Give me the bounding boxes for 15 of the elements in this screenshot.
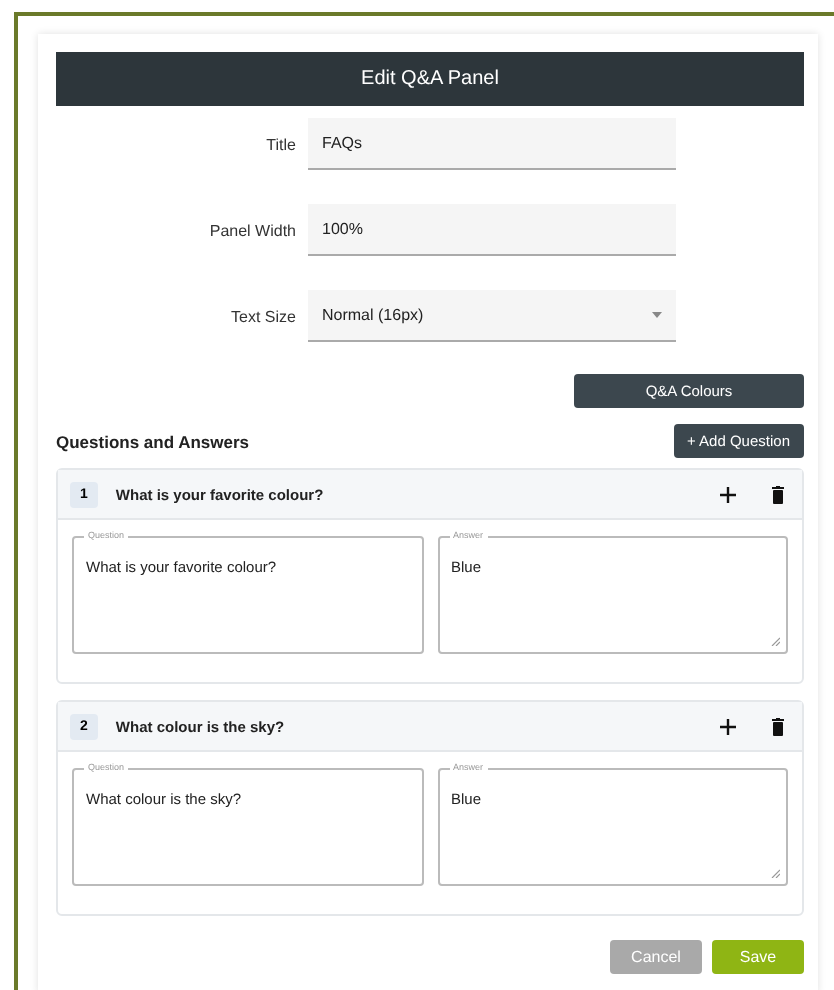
- input-field[interactable]: 100%: [308, 204, 676, 256]
- plus-icon[interactable]: [720, 717, 736, 735]
- trash-icon[interactable]: [770, 717, 786, 735]
- section-title: Questions and Answers: [56, 431, 250, 451]
- caret-icon: [652, 312, 662, 318]
- plus-icon[interactable]: [720, 485, 736, 503]
- input-field[interactable]: FAQs: [308, 118, 676, 170]
- dialog-title: Edit Q&A Panel: [56, 52, 804, 106]
- resize-grip-icon[interactable]: [770, 636, 780, 646]
- select-field[interactable]: Normal (16px): [308, 290, 676, 342]
- resize-grip-icon[interactable]: [770, 868, 780, 878]
- trash-icon[interactable]: [770, 485, 786, 503]
- field-label: Title: [264, 135, 296, 153]
- field-label: Text Size: [229, 307, 296, 325]
- field-label: Panel Width: [207, 221, 296, 239]
